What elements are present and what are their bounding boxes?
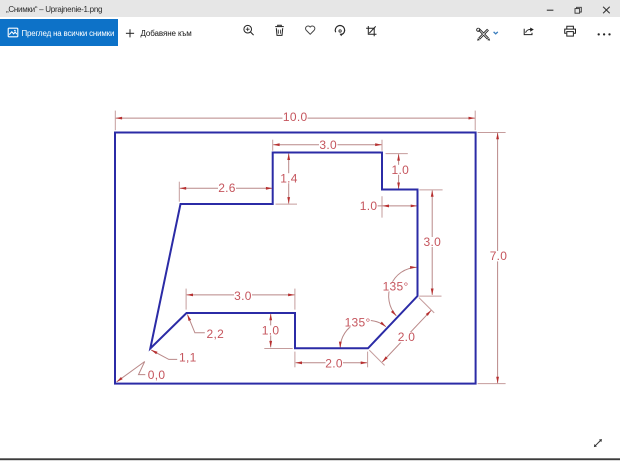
svg-text:1.4: 1.4: [280, 171, 298, 185]
svg-text:1.0: 1.0: [360, 199, 378, 213]
svg-text:2,2: 2,2: [207, 327, 225, 341]
svg-text:Преглед на всички снимки: Преглед на всички снимки: [22, 29, 115, 38]
svg-text:0,0: 0,0: [148, 368, 166, 382]
svg-text:2.6: 2.6: [218, 181, 236, 195]
svg-text:1,1: 1,1: [179, 351, 197, 365]
svg-text:1.0: 1.0: [262, 324, 280, 338]
svg-text:3.0: 3.0: [319, 138, 337, 152]
svg-text:„Снимки“ – Uprajnenie-1.png: „Снимки“ – Uprajnenie-1.png: [6, 5, 102, 14]
svg-text:1.0: 1.0: [392, 163, 410, 177]
svg-text:7.0: 7.0: [490, 249, 508, 263]
svg-text:2.0: 2.0: [398, 330, 416, 344]
svg-text:135°: 135°: [383, 280, 409, 294]
svg-text:10.0: 10.0: [283, 110, 308, 124]
svg-text:3.0: 3.0: [234, 289, 252, 303]
svg-text:135°: 135°: [345, 315, 371, 329]
svg-text:Добавяне към: Добавяне към: [141, 29, 192, 38]
svg-text:3.0: 3.0: [424, 235, 442, 249]
svg-text:2.0: 2.0: [325, 356, 343, 370]
